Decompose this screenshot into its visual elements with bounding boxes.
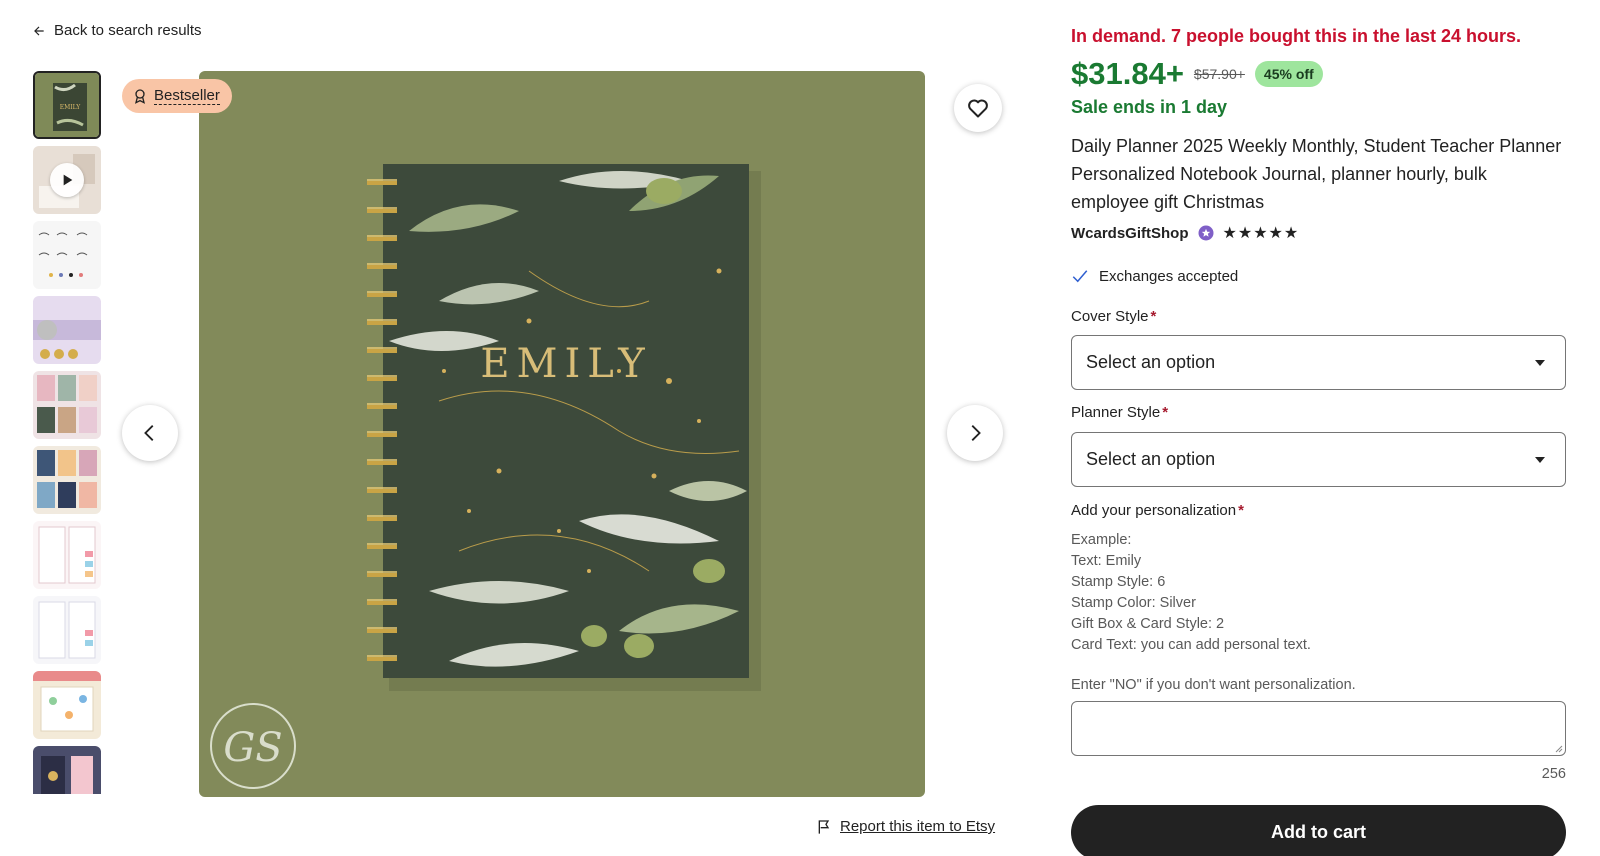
personalization-example: Example: Text: Emily Stamp Style: 6 Stam… <box>1071 532 1311 653</box>
chevron-right-icon <box>971 425 981 441</box>
thumbnail-9[interactable] <box>33 671 101 739</box>
listing-title: Daily Planner 2025 Weekly Monthly, Stude… <box>1071 136 1562 212</box>
thumbnail-10[interactable] <box>33 746 101 794</box>
thumbnail-image <box>33 371 101 439</box>
report-item-label: Report this item to Etsy <box>840 818 996 835</box>
flag-icon <box>818 819 830 834</box>
play-video-button[interactable] <box>50 163 84 197</box>
thumbnail-1[interactable]: EMILY <box>33 71 101 139</box>
heart-icon <box>968 99 988 118</box>
cover-name-text: EMILY <box>480 341 651 387</box>
thumbnail-8[interactable] <box>33 596 101 664</box>
rating-stars[interactable]: ★★★★★ <box>1223 223 1300 243</box>
resize-grip-icon[interactable] <box>1554 744 1563 753</box>
thumbnail-image <box>33 221 101 289</box>
price-row: $31.84+ $57.90+ 45% off <box>1071 56 1323 92</box>
demand-notice: In demand. 7 people bought this in the l… <box>1071 26 1522 46</box>
thumbnail-image <box>33 446 101 514</box>
cover-style-label: Cover Style * <box>1071 308 1157 325</box>
checkmark-icon <box>1072 270 1088 283</box>
thumbnail-4[interactable] <box>33 296 101 364</box>
play-icon <box>63 174 73 186</box>
thumbnail-5[interactable] <box>33 371 101 439</box>
planner-style-value: Select an option <box>1086 449 1216 469</box>
current-price: $31.84+ <box>1071 56 1184 91</box>
shop-name-link[interactable]: WcardsGiftShop <box>1071 225 1189 242</box>
cover-style-value: Select an option <box>1086 352 1216 372</box>
character-counter: 256 <box>1541 766 1566 782</box>
shop-row: WcardsGiftShop ★★★★★ <box>1071 223 1299 243</box>
thumbnail-3[interactable] <box>33 221 101 289</box>
previous-image-button[interactable] <box>122 405 178 461</box>
thumbnail-video[interactable] <box>33 146 101 214</box>
personalization-label: Add your personalization * <box>1071 502 1244 519</box>
back-link-label: Back to search results <box>54 22 202 39</box>
chevron-left-icon <box>144 425 154 441</box>
thumbnail-image <box>33 521 101 589</box>
required-mark: * <box>1150 308 1157 325</box>
thumbnail-6[interactable] <box>33 446 101 514</box>
add-to-cart-button[interactable]: Add to cart <box>1071 805 1566 856</box>
thumbnail-image <box>33 296 101 364</box>
arrow-left-icon <box>34 26 44 35</box>
required-mark: * <box>1238 502 1244 519</box>
thumbnail-strip: EMILY <box>33 71 101 794</box>
award-icon <box>135 89 145 104</box>
personalization-instruction: Enter "NO" if you don't want personaliza… <box>1071 677 1356 693</box>
exchanges-accepted: Exchanges accepted <box>1071 267 1238 285</box>
personalization-textarea[interactable] <box>1071 701 1566 756</box>
thumbnail-image <box>33 671 101 739</box>
planner-style-select[interactable]: Select an option <box>1071 432 1566 487</box>
dropdown-caret-icon <box>1535 359 1545 366</box>
thumbnail-7[interactable] <box>33 521 101 589</box>
exchanges-label: Exchanges accepted <box>1099 267 1239 285</box>
main-product-image[interactable]: EMILY GS <box>199 71 925 797</box>
thumbnail-image <box>33 596 101 664</box>
favorite-button[interactable] <box>954 84 1002 132</box>
planner-style-label: Planner Style * <box>1071 404 1169 421</box>
star-seller-icon <box>1197 224 1215 242</box>
required-mark: * <box>1162 404 1169 421</box>
dropdown-caret-icon <box>1535 456 1545 463</box>
thumbnail-image: EMILY <box>35 73 99 137</box>
original-price: $57.90+ <box>1193 66 1245 82</box>
back-to-search-link[interactable]: Back to search results <box>32 22 202 39</box>
next-image-button[interactable] <box>947 405 1003 461</box>
discount-badge: 45% off <box>1254 61 1323 87</box>
report-item-link[interactable]: Report this item to Etsy <box>816 818 995 835</box>
svg-text:GS: GS <box>223 725 282 771</box>
sale-ends-text: Sale ends in 1 day <box>1071 97 1228 117</box>
bestseller-badge[interactable]: Bestseller <box>122 79 232 113</box>
planner-cover-image: EMILY GS <box>199 71 925 797</box>
cover-style-select[interactable]: Select an option <box>1071 335 1566 390</box>
svg-text:EMILY: EMILY <box>60 104 81 111</box>
bestseller-label: Bestseller <box>154 87 220 105</box>
thumbnail-image <box>33 746 101 794</box>
